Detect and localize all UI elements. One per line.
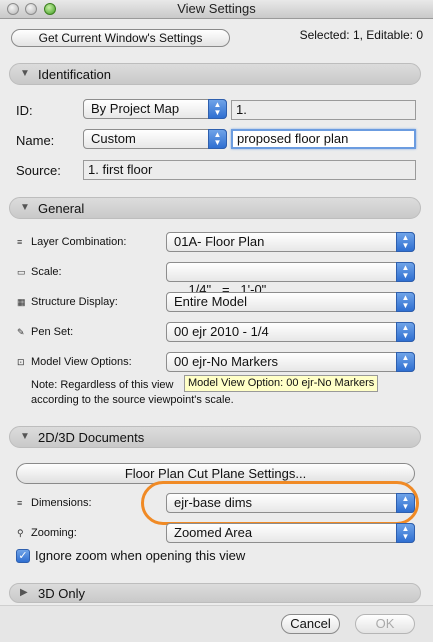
ignore-zoom-label[interactable]: Ignore zoom when opening this view (35, 548, 245, 563)
name-popup-value: Custom (91, 131, 136, 146)
dialog-footer: Cancel OK (0, 605, 433, 642)
model-view-options-value: 00 ejr-No Markers (174, 354, 279, 369)
id-popup-value: By Project Map (91, 101, 180, 116)
section-label: 2D/3D Documents (38, 430, 145, 445)
popup-arrows-icon: ▲ ▼ (396, 232, 415, 252)
id-label: ID: (16, 103, 33, 118)
popup-arrows-icon: ▲ ▼ (396, 292, 415, 312)
disclosure-collapsed-icon: ▶ (20, 587, 28, 598)
disclosure-expanded-icon: ▼ (20, 68, 30, 79)
id-popup[interactable]: By Project Map ▲ ▼ (83, 99, 227, 119)
dimensions-highlight-ring (141, 481, 419, 525)
pen-set-label: Pen Set: (31, 326, 74, 338)
section-label: General (38, 201, 85, 216)
pen-set-value: 00 ejr 2010 - 1/4 (174, 324, 269, 339)
disclosure-expanded-icon: ▼ (20, 202, 30, 213)
ok-button[interactable]: OK (355, 614, 415, 634)
structure-display-value: Entire Model (174, 294, 247, 309)
layer-combination-popup[interactable]: 01A- Floor Plan ▲ ▼ (166, 232, 415, 252)
source-label: Source: (16, 163, 61, 178)
general-section-header[interactable]: ▼ General (9, 197, 421, 219)
view-settings-window: View Settings Get Current Window's Setti… (0, 0, 433, 642)
dimensions-label: Dimensions: (31, 497, 92, 509)
id-field[interactable]: 1. (231, 100, 416, 120)
scale-icon: ▭ (17, 267, 26, 277)
structure-display-popup[interactable]: Entire Model ▲ ▼ (166, 292, 415, 312)
title-bar: View Settings (0, 0, 433, 19)
model-view-option-tooltip: Model View Option: 00 ejr-No Markers (184, 375, 379, 392)
pen-set-icon: ✎ (17, 327, 25, 337)
note-line-2: according to the source viewpoint's scal… (31, 394, 234, 406)
dimensions-icon: ≡ (17, 498, 23, 508)
zoom-icon: ⚲ (17, 528, 24, 538)
zooming-label: Zooming: (31, 527, 77, 539)
note-line-1: Note: Regardless of this view (31, 379, 174, 391)
popup-arrows-icon: ▲ ▼ (396, 523, 415, 543)
popup-arrows-icon: ▲ ▼ (396, 262, 415, 282)
source-field: 1. first floor (83, 160, 416, 180)
section-label: Identification (38, 67, 111, 82)
ignore-zoom-checkbox[interactable]: ✓ (16, 549, 30, 563)
layer-combination-value: 01A- Floor Plan (174, 234, 265, 249)
name-popup[interactable]: Custom ▲ ▼ (83, 129, 227, 149)
popup-arrows-icon: ▲ ▼ (208, 99, 227, 119)
window-title: View Settings (177, 1, 256, 16)
zooming-popup[interactable]: Zoomed Area ▲ ▼ (166, 523, 415, 543)
section-label: 3D Only (38, 586, 85, 601)
selection-status: Selected: 1, Editable: 0 (299, 28, 423, 42)
model-view-options-icon: ⊡ (17, 357, 25, 367)
model-view-options-label: Model View Options: (31, 356, 132, 368)
pen-set-popup[interactable]: 00 ejr 2010 - 1/4 ▲ ▼ (166, 322, 415, 342)
model-view-options-popup[interactable]: 00 ejr-No Markers ▲ ▼ (166, 352, 415, 372)
structure-display-icon: ▦ (17, 297, 26, 307)
popup-arrows-icon: ▲ ▼ (396, 352, 415, 372)
identification-section-header[interactable]: ▼ Identification (9, 63, 421, 85)
documents-section-header[interactable]: ▼ 2D/3D Documents (9, 426, 421, 448)
popup-arrows-icon: ▲ ▼ (396, 322, 415, 342)
structure-display-label: Structure Display: (31, 296, 118, 308)
layer-combination-icon: ≡ (17, 237, 23, 247)
layer-combination-label: Layer Combination: (31, 236, 127, 248)
get-current-window-settings-button[interactable]: Get Current Window's Settings (11, 29, 230, 47)
name-label: Name: (16, 133, 55, 148)
zooming-value: Zoomed Area (174, 525, 253, 540)
scale-popup[interactable]: 1/4" = 1'-0" ▲ ▼ (166, 262, 415, 297)
popup-arrows-icon: ▲ ▼ (208, 129, 227, 149)
cancel-button[interactable]: Cancel (281, 614, 340, 634)
scale-label: Scale: (31, 266, 62, 278)
disclosure-expanded-icon: ▼ (20, 431, 30, 442)
checkmark-icon: ✓ (18, 550, 28, 562)
three-d-only-section-header[interactable]: ▶ 3D Only (9, 583, 421, 603)
name-field[interactable]: proposed floor plan (231, 129, 416, 149)
